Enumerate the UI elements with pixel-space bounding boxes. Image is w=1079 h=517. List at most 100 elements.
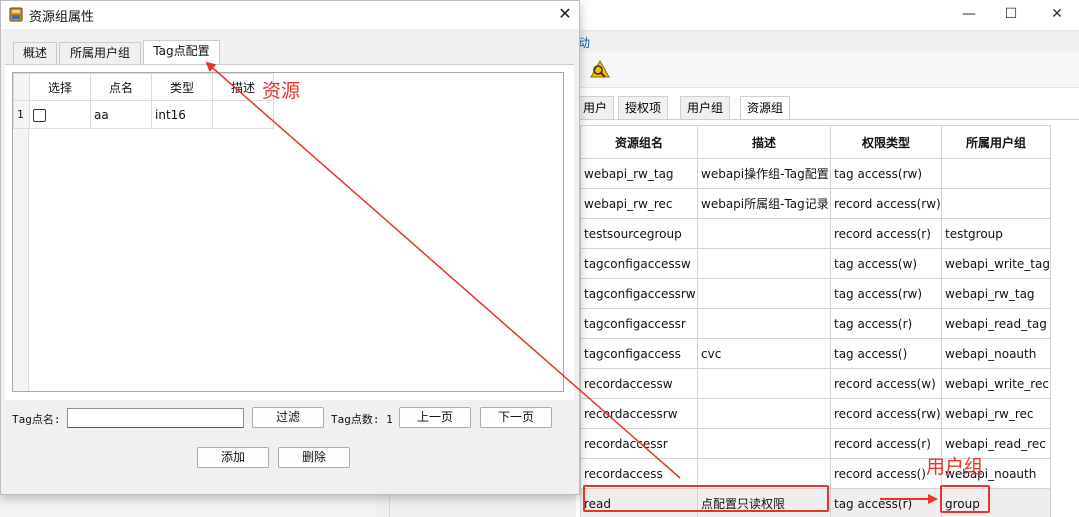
- tag-desc-cell[interactable]: [212, 100, 274, 129]
- highlight-read-row: [583, 485, 829, 512]
- permission-type-cell[interactable]: record access(r): [830, 428, 942, 459]
- row-number: 1: [13, 100, 30, 129]
- tab-user-groups[interactable]: 用户组: [680, 96, 731, 119]
- table-header-row: 资源组名 描述 权限类型 所属用户组: [580, 125, 1051, 159]
- tab-tag-config[interactable]: Tag点配置: [143, 40, 220, 66]
- user-group-cell[interactable]: webapi_write_rec: [941, 368, 1051, 399]
- close-icon: ✕: [558, 4, 572, 23]
- user-group-cell[interactable]: webapi_rw_rec: [941, 398, 1051, 429]
- permission-type-cell[interactable]: record access(r): [830, 218, 942, 249]
- column-header-user-group[interactable]: 所属用户组: [941, 125, 1051, 159]
- group-name-cell[interactable]: tagconfigaccessrw: [580, 278, 698, 309]
- tag-name-filter-input[interactable]: [67, 408, 244, 428]
- prev-page-button[interactable]: 上一页: [399, 407, 471, 428]
- user-group-cell[interactable]: webapi_noauth: [941, 338, 1051, 369]
- group-name-cell[interactable]: tagconfigaccess: [580, 338, 698, 369]
- permission-type-cell[interactable]: record access(rw): [830, 398, 942, 429]
- column-header-tag-name[interactable]: 点名: [90, 73, 152, 101]
- table-row[interactable]: tagconfigaccessw tag access(w) webapi_writ…: [580, 248, 1051, 279]
- description-cell[interactable]: [697, 278, 831, 309]
- select-cell: [29, 100, 91, 129]
- tab-overview[interactable]: 概述: [13, 42, 57, 65]
- permission-type-cell[interactable]: tag access(w): [830, 248, 942, 279]
- group-name-cell[interactable]: tagconfigaccessr: [580, 308, 698, 339]
- description-cell[interactable]: [697, 368, 831, 399]
- table-row[interactable]: recordaccessw record access(w) webapi_writ…: [580, 368, 1051, 399]
- group-name-cell[interactable]: webapi_rw_tag: [580, 158, 698, 189]
- dialog-titlebar[interactable]: 资源组属性 ✕: [1, 1, 579, 29]
- description-cell[interactable]: cvc: [697, 338, 831, 369]
- table-row[interactable]: tagconfigaccessr tag access(r) webapi_read…: [580, 308, 1051, 339]
- table-row[interactable]: testsourcegroup record access(r) testgroup: [580, 218, 1051, 249]
- description-cell[interactable]: webapi操作组-Tag配置: [697, 158, 831, 189]
- minimize-icon: —: [962, 6, 976, 22]
- user-group-cell[interactable]: [941, 188, 1051, 219]
- description-cell[interactable]: [697, 248, 831, 279]
- search-warning-icon[interactable]: [590, 60, 610, 78]
- tag-name-cell[interactable]: aa: [90, 100, 152, 129]
- delete-button[interactable]: 删除: [278, 447, 350, 468]
- maximize-button[interactable]: ☐: [988, 0, 1034, 28]
- column-header-select[interactable]: 选择: [29, 73, 91, 101]
- table-row[interactable]: tagconfigaccess cvc tag access() webapi_noa…: [580, 338, 1051, 369]
- permission-type-cell[interactable]: tag access(r): [830, 308, 942, 339]
- tab-users[interactable]: 用户: [576, 96, 615, 119]
- dialog-title: 资源组属性: [29, 10, 95, 25]
- user-group-cell[interactable]: webapi_write_tag: [941, 248, 1051, 279]
- permission-type-cell[interactable]: tag access(rw): [830, 158, 942, 189]
- description-cell[interactable]: [697, 458, 831, 489]
- menu-bar: 动: [576, 30, 1079, 52]
- toolbar: [576, 52, 1079, 88]
- user-group-cell[interactable]: webapi_read_tag: [941, 308, 1051, 339]
- permission-type-cell[interactable]: tag access(r): [830, 488, 942, 517]
- permission-type-cell[interactable]: record access(w): [830, 368, 942, 399]
- next-page-button[interactable]: 下一页: [480, 407, 552, 428]
- permission-type-cell[interactable]: record access(rw): [830, 188, 942, 219]
- user-group-cell[interactable]: webapi_rw_tag: [941, 278, 1051, 309]
- description-cell[interactable]: [697, 428, 831, 459]
- tab-member-user-groups[interactable]: 所属用户组: [59, 42, 141, 65]
- description-cell[interactable]: webapi所属组-Tag记录: [697, 188, 831, 219]
- group-name-cell[interactable]: webapi_rw_rec: [580, 188, 698, 219]
- corner-cell: [13, 73, 30, 101]
- column-header-description[interactable]: 描述: [697, 125, 831, 159]
- add-button[interactable]: 添加: [197, 447, 269, 468]
- filter-button[interactable]: 过滤: [252, 407, 324, 428]
- group-name-cell[interactable]: tagconfigaccessw: [580, 248, 698, 279]
- group-name-cell[interactable]: testsourcegroup: [580, 218, 698, 249]
- maximize-icon: ☐: [1004, 6, 1018, 22]
- group-name-cell[interactable]: recordaccess: [580, 458, 698, 489]
- column-header-permission-type[interactable]: 权限类型: [830, 125, 942, 159]
- minimize-button[interactable]: —: [946, 0, 992, 28]
- group-name-cell[interactable]: recordaccessw: [580, 368, 698, 399]
- table-header-row: 选择 点名 类型 描述: [13, 73, 274, 101]
- tag-table: 选择 点名 类型 描述 1 aa int16: [13, 73, 274, 129]
- group-name-cell[interactable]: recordaccessr: [580, 428, 698, 459]
- permission-type-cell[interactable]: record access(): [830, 458, 942, 489]
- table-row[interactable]: 1 aa int16: [13, 100, 274, 129]
- group-name-cell[interactable]: recordaccessrw: [580, 398, 698, 429]
- table-row[interactable]: recordaccessrw record access(rw) webapi_rw…: [580, 398, 1051, 429]
- column-header-type[interactable]: 类型: [151, 73, 213, 101]
- window-close-button[interactable]: ✕: [1034, 0, 1079, 28]
- table-row[interactable]: webapi_rw_rec webapi所属组-Tag记录 record acces…: [580, 188, 1051, 219]
- description-cell[interactable]: [697, 398, 831, 429]
- description-cell[interactable]: [697, 218, 831, 249]
- tag-count-label: Tag点数: 1: [331, 413, 393, 426]
- dialog-close-button[interactable]: ✕: [553, 3, 577, 25]
- resource-group-properties-dialog: 资源组属性 ✕ 概述 所属用户组 Tag点配置 选择 点名 类型 描述 1 aa…: [0, 0, 580, 495]
- annotation-user-group: 用户组: [926, 456, 984, 478]
- row-header-gutter: [13, 128, 29, 391]
- description-cell[interactable]: [697, 308, 831, 339]
- tab-resource-groups[interactable]: 资源组: [740, 96, 791, 121]
- tag-type-cell[interactable]: int16: [151, 100, 213, 129]
- user-group-cell[interactable]: [941, 158, 1051, 189]
- table-row[interactable]: tagconfigaccessrw tag access(rw) webapi_rw…: [580, 278, 1051, 309]
- select-checkbox[interactable]: [33, 108, 46, 122]
- table-row[interactable]: webapi_rw_tag webapi操作组-Tag配置 tag access(r…: [580, 158, 1051, 189]
- tab-authorizations[interactable]: 授权项: [618, 96, 669, 119]
- user-group-cell[interactable]: testgroup: [941, 218, 1051, 249]
- permission-type-cell[interactable]: tag access(): [830, 338, 942, 369]
- permission-type-cell[interactable]: tag access(rw): [830, 278, 942, 309]
- column-header-name[interactable]: 资源组名: [580, 125, 698, 159]
